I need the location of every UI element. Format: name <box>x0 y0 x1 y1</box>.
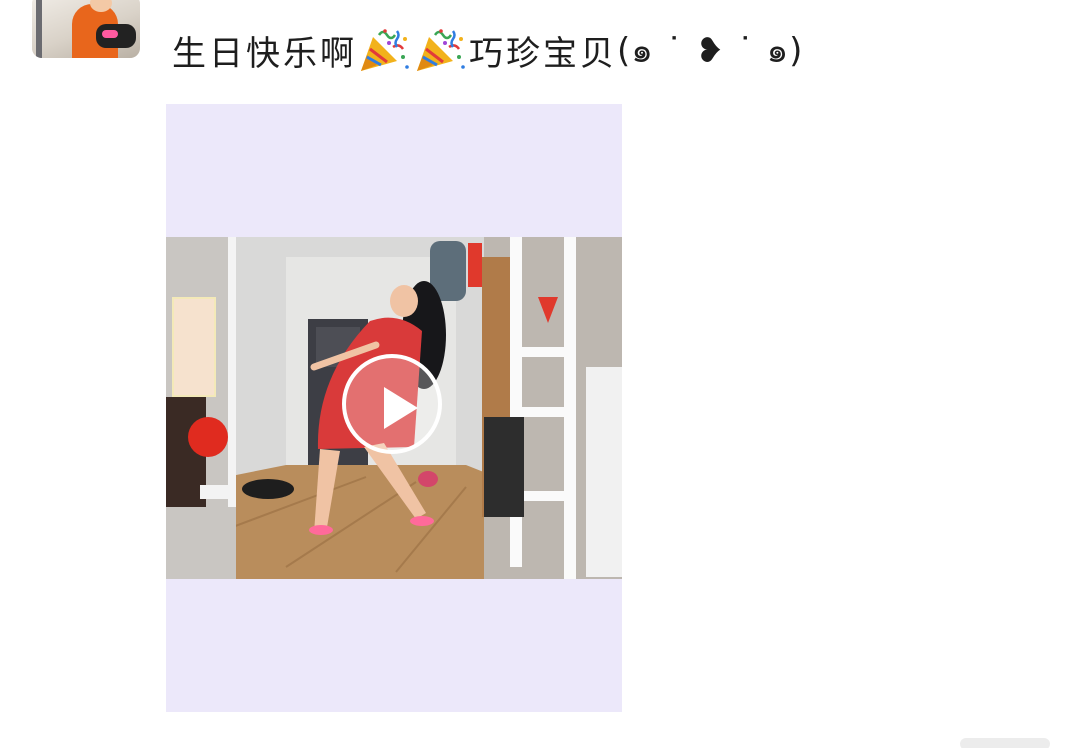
scroll-indicator <box>960 738 1050 748</box>
party-popper-icon <box>359 27 411 73</box>
post-text-main: 生日快乐啊 <box>172 33 357 74</box>
post-text-name: 巧珍宝贝 <box>469 33 617 74</box>
moments-post: 生日快乐啊 巧珍宝贝 (๑ ˙ ❥ ˙ ๑) <box>0 0 1080 748</box>
play-icon <box>384 387 418 429</box>
post-kaomoji: (๑ ˙ ❥ ˙ ๑) <box>617 31 804 71</box>
post-text: 生日快乐啊 巧珍宝贝 (๑ ˙ ❥ ˙ ๑) <box>172 24 803 76</box>
user-avatar[interactable] <box>32 0 140 58</box>
avatar-pole <box>36 0 42 58</box>
avatar-accent <box>102 30 118 38</box>
party-popper-icon <box>415 27 467 73</box>
play-button[interactable] <box>342 354 442 454</box>
video-attachment[interactable] <box>166 104 622 712</box>
video-thumbnail[interactable] <box>166 237 622 579</box>
